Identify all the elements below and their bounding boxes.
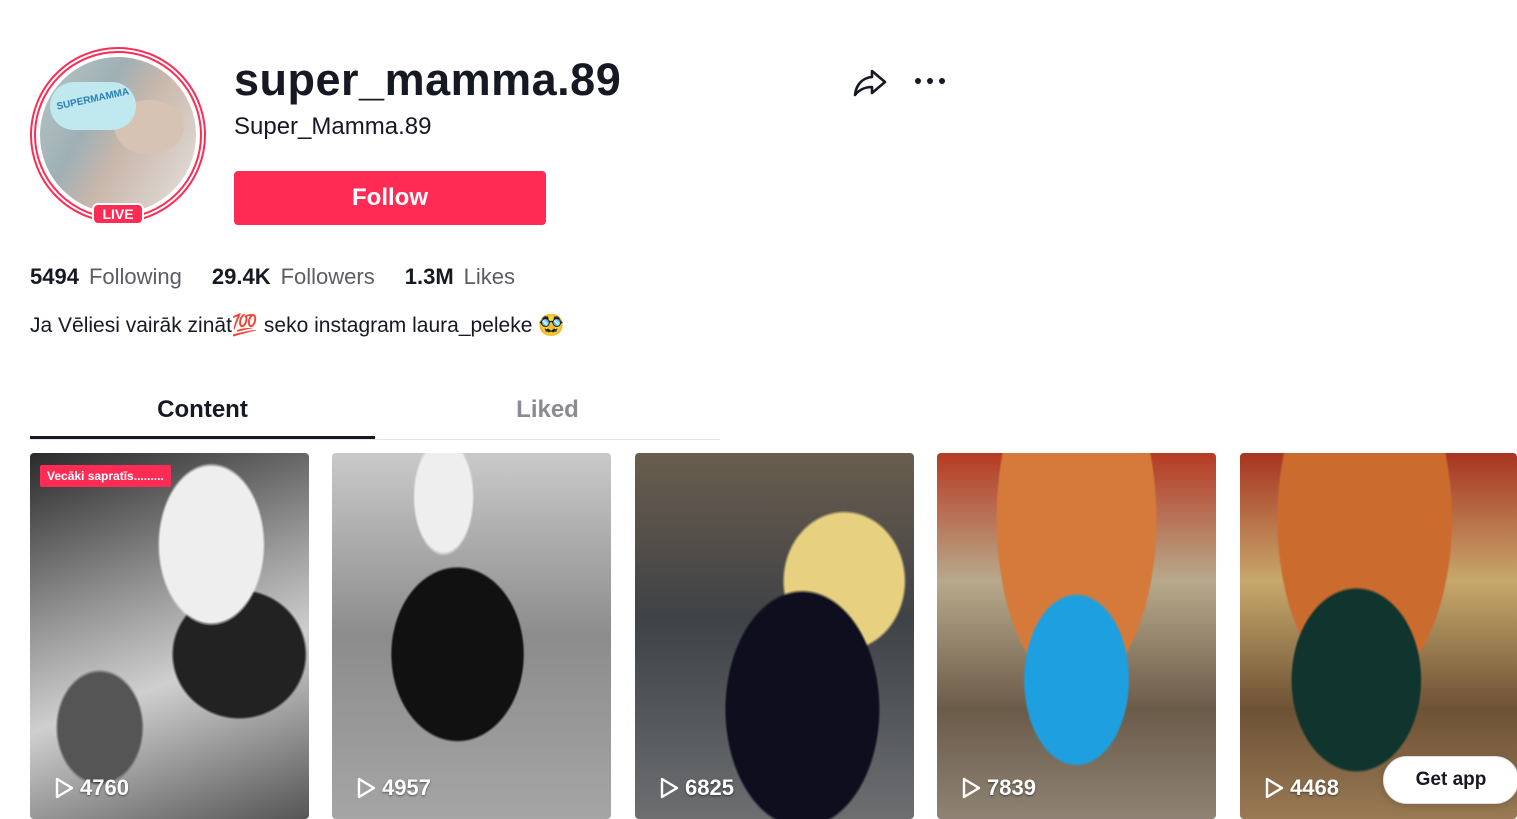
play-icon (357, 777, 376, 799)
view-count-value: 4760 (80, 775, 129, 800)
view-count-value: 7839 (987, 775, 1036, 800)
followers-stat[interactable]: 29.4K Followers (212, 264, 375, 290)
view-count: 4957 (356, 775, 431, 801)
following-count: 5494 (30, 264, 79, 289)
video-card[interactable]: 4957 (332, 453, 611, 819)
followers-label: Followers (280, 264, 375, 289)
nickname: Super_Mamma.89 (234, 113, 432, 140)
content-tabs: Content Liked (30, 382, 720, 440)
live-badge: LIVE (92, 203, 144, 225)
bio: Ja Vēliesi vairāk zināt💯 seko instagram … (30, 314, 565, 337)
avatar[interactable]: SUPERMAMMA LIVE (30, 47, 206, 225)
video-card[interactable]: 6825 (635, 453, 914, 819)
play-icon (962, 777, 981, 799)
view-count-value: 4468 (1290, 775, 1339, 800)
view-count: 4760 (54, 775, 129, 801)
likes-stat: 1.3M Likes (405, 264, 515, 290)
play-icon (660, 777, 679, 799)
video-card[interactable]: Vecāki sapratīs......... 4760 (30, 453, 309, 819)
tab-content[interactable]: Content (30, 382, 375, 439)
following-stat[interactable]: 5494 Following (30, 264, 182, 290)
following-label: Following (88, 264, 182, 289)
username: super_mamma.89 (234, 54, 622, 105)
play-icon (55, 777, 74, 799)
video-grid: Vecāki sapratīs......... 4760 4957 6825 … (30, 453, 1517, 819)
likes-count: 1.3M (404, 264, 454, 289)
play-icon (1265, 777, 1284, 799)
avatar-image: SUPERMAMMA (40, 57, 196, 213)
followers-count: 29.4K (211, 264, 271, 289)
tab-liked[interactable]: Liked (375, 382, 720, 439)
profile-stats: 5494 Following 29.4K Followers 1.3M Like… (30, 264, 545, 290)
view-count: 7839 (961, 775, 1036, 801)
video-caption: Vecāki sapratīs......... (40, 465, 171, 487)
view-count: 4468 (1264, 775, 1339, 801)
follow-button[interactable]: Follow (234, 171, 546, 225)
likes-label: Likes (463, 264, 516, 289)
share-icon[interactable] (852, 64, 888, 100)
get-app-button[interactable]: Get app (1383, 756, 1517, 804)
more-icon[interactable] (912, 70, 948, 92)
view-count-value: 6825 (685, 775, 734, 800)
video-card[interactable]: 7839 (937, 453, 1216, 819)
view-count-value: 4957 (382, 775, 431, 800)
view-count: 6825 (659, 775, 734, 801)
